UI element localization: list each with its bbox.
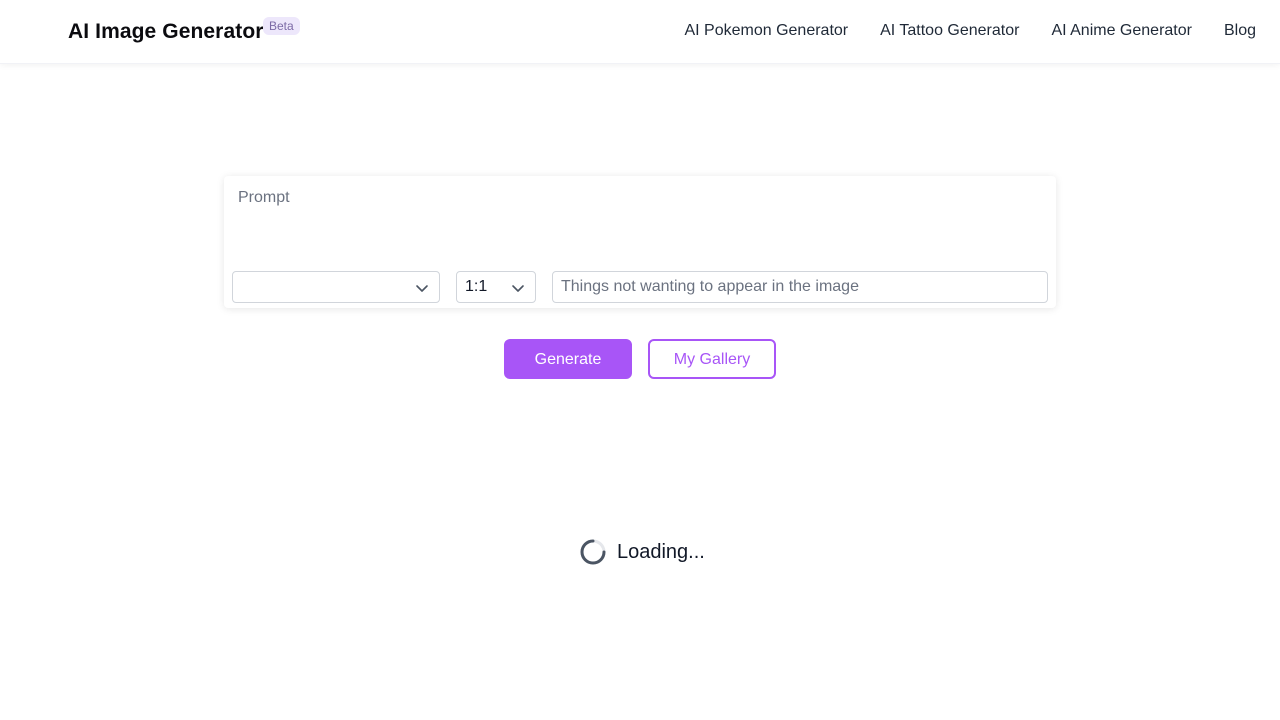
generate-button[interactable]: Generate <box>504 339 632 379</box>
loading-indicator: Loading... <box>579 537 705 567</box>
site-header: AI Image Generator Beta AI Pokemon Gener… <box>0 0 1280 64</box>
spinner-icon <box>580 539 606 565</box>
model-select[interactable] <box>232 271 440 303</box>
prompt-input[interactable] <box>224 176 1056 266</box>
main-nav: AI Pokemon Generator AI Tattoo Generator… <box>684 22 1256 40</box>
nav-link-blog[interactable]: Blog <box>1224 22 1256 40</box>
chevron-down-icon <box>416 285 428 292</box>
nav-link-anime-generator[interactable]: AI Anime Generator <box>1051 22 1192 40</box>
chevron-down-icon <box>512 285 524 292</box>
nav-link-tattoo-generator[interactable]: AI Tattoo Generator <box>880 22 1019 40</box>
nav-link-pokemon-generator[interactable]: AI Pokemon Generator <box>684 22 848 40</box>
loading-text: Loading... <box>617 540 705 563</box>
prompt-card: 1:1 <box>224 176 1056 308</box>
brand-title[interactable]: AI Image Generator <box>68 20 264 44</box>
negative-prompt-input[interactable] <box>552 271 1048 303</box>
aspect-ratio-value: 1:1 <box>465 278 488 295</box>
my-gallery-button[interactable]: My Gallery <box>648 339 776 379</box>
aspect-ratio-select[interactable]: 1:1 <box>456 271 536 303</box>
beta-badge: Beta <box>263 17 300 35</box>
